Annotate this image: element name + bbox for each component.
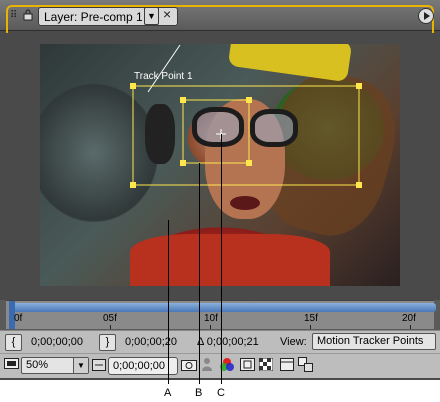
viewer-controls-row: 50% ▼ 0;00;00;00 [0,353,440,378]
tick-label: 20f [402,313,416,324]
out-point-time[interactable]: 0;00;00;20 [125,336,177,348]
tick-label: 10f [204,313,218,324]
callout-label-c: C [217,387,225,399]
snapshot-icon[interactable] [181,358,197,371]
ruler-track[interactable]: 0f 05f 10f 15f 20f [6,300,436,329]
transparency-grid-icon[interactable] [259,358,273,371]
zoom-select[interactable]: 50% ▼ [21,357,89,374]
layer-panel: ⠿ Layer: Pre-comp 1 ▼ × Track Point 1 0f… [0,0,440,380]
view-label: View: [280,336,307,348]
layer-controls-row: { 0;00;00;00 } 0;00;00;20 Δ 0;00;00;21 V… [0,330,440,354]
feature-region-handles[interactable] [180,97,252,166]
resolution-icon[interactable] [92,359,106,371]
show-snapshot-icon[interactable] [200,357,214,372]
set-in-point-button[interactable]: { [5,334,22,351]
work-area-bar[interactable] [12,303,436,312]
always-preview-icon[interactable] [4,358,19,371]
tick-mark [210,325,211,329]
tick-mark [110,325,111,329]
callout-line-a [168,220,169,384]
callout-label-b: B [195,387,203,399]
flowchart-icon[interactable] [298,357,314,372]
tick-label: 15f [304,313,318,324]
track-point-label: Track Point 1 [134,71,193,82]
tick-label: 05f [103,313,117,324]
chevron-down-icon: ▼ [73,358,88,373]
zoom-value: 50% [26,359,49,371]
callout-label-a: A [164,387,172,399]
duration-readout: Δ 0;00;00;21 [197,336,259,348]
track-label-leader [147,44,181,93]
feature-region[interactable] [182,99,250,164]
tick-label: 0f [14,313,23,324]
time-ruler[interactable]: 0f 05f 10f 15f 20f [0,300,440,330]
tick-mark [310,325,311,329]
callout-line-c [221,134,222,384]
tick-mark [410,325,411,329]
callout-line-b [199,163,200,384]
view-select-value: Motion Tracker Points [317,335,424,347]
pixel-aspect-icon[interactable] [280,358,294,371]
region-of-interest-icon[interactable] [240,358,255,371]
view-select[interactable]: Motion Tracker Points [312,333,436,350]
set-out-point-button[interactable]: } [99,334,116,351]
in-point-time[interactable]: 0;00;00;00 [31,336,83,348]
